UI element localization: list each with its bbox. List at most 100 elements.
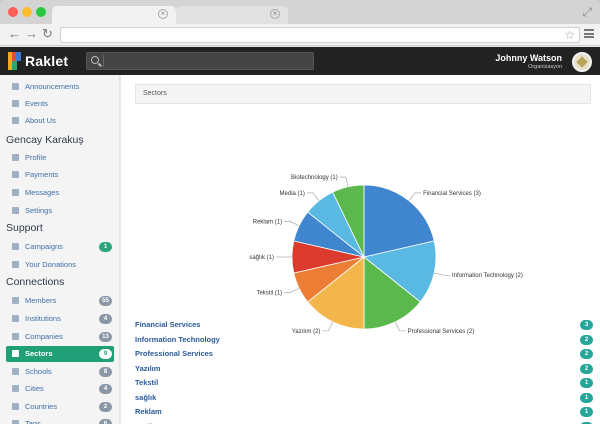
globe-icon bbox=[12, 403, 19, 410]
section-heading-connections: Connections bbox=[6, 276, 65, 288]
user-icon bbox=[12, 154, 19, 161]
sector-list-item[interactable]: Reklam 1 bbox=[135, 405, 593, 419]
sidebar-item-tags[interactable]: Tags 6 bbox=[6, 416, 114, 424]
browser-toolbar: ← → ↻ ☆ bbox=[0, 24, 600, 46]
sector-list-item[interactable]: Media1 bbox=[135, 420, 593, 424]
count-badge: 1 bbox=[580, 378, 593, 388]
sidebar-item-settings[interactable]: Settings bbox=[6, 203, 114, 219]
envelope-icon bbox=[12, 189, 19, 196]
user-name[interactable]: Johnny Watson bbox=[495, 53, 562, 63]
count-badge: 2 bbox=[580, 349, 593, 359]
briefcase-icon bbox=[12, 333, 19, 340]
browser-menu-icon[interactable] bbox=[584, 29, 594, 38]
sector-name[interactable]: Information Technology bbox=[135, 335, 220, 344]
sector-list-item[interactable]: Information Technology 2 bbox=[135, 333, 593, 347]
calendar-icon bbox=[12, 100, 19, 107]
users-icon bbox=[12, 297, 19, 304]
raklet-logo-icon[interactable] bbox=[8, 52, 21, 70]
back-icon[interactable]: ← bbox=[8, 27, 21, 41]
user-role: Organizasyon bbox=[528, 64, 562, 70]
megaphone-icon bbox=[12, 83, 19, 90]
fullscreen-icon[interactable]: ⤢ bbox=[582, 5, 592, 20]
browser-window: × × ⤢ ← → ↻ ☆ Raklet Johnny Watson Organ… bbox=[0, 0, 600, 424]
app-header: Raklet Johnny Watson Organizasyon bbox=[0, 47, 600, 75]
sidebar: Announcements Events About Us Gencay Kar… bbox=[0, 75, 120, 424]
count-badge: 4 bbox=[99, 384, 112, 394]
sector-name[interactable]: sağlık bbox=[135, 393, 156, 402]
credit-card-icon bbox=[12, 171, 19, 178]
sidebar-item-cities[interactable]: Cities 4 bbox=[6, 381, 114, 397]
avatar[interactable] bbox=[572, 52, 592, 72]
sidebar-item-companies[interactable]: Companies 13 bbox=[6, 329, 114, 345]
pie-slice-label: Financial Services (3) bbox=[423, 191, 481, 197]
count-badge: 55 bbox=[99, 296, 112, 306]
count-badge: 1 bbox=[580, 407, 593, 417]
search-input[interactable] bbox=[86, 52, 314, 70]
reload-icon[interactable]: ↻ bbox=[42, 27, 53, 41]
pie-leader-line bbox=[284, 287, 300, 293]
sector-name[interactable]: Professional Services bbox=[135, 349, 213, 358]
sector-name[interactable]: Tekstil bbox=[135, 378, 158, 387]
browser-tab-bar: × × ⤢ bbox=[0, 0, 600, 24]
sidebar-item-your-donations[interactable]: Your Donations bbox=[6, 257, 114, 273]
count-badge: 4 bbox=[99, 314, 112, 324]
sector-list-item[interactable]: Tekstil 1 bbox=[135, 376, 593, 390]
sector-name[interactable]: Financial Services bbox=[135, 320, 200, 329]
pie-slice-label: Media (1) bbox=[280, 191, 305, 197]
graduation-icon bbox=[12, 368, 19, 375]
sidebar-item-schools[interactable]: Schools 8 bbox=[6, 364, 114, 380]
sidebar-item-countries[interactable]: Countries 2 bbox=[6, 399, 114, 415]
zoom-window-button[interactable] bbox=[36, 7, 46, 17]
gear-icon bbox=[12, 207, 19, 214]
close-tab-icon[interactable]: × bbox=[158, 9, 168, 19]
pie-leader-line bbox=[284, 221, 300, 227]
close-window-button[interactable] bbox=[8, 7, 18, 17]
sector-list-item[interactable]: Yazılım 2 bbox=[135, 362, 593, 376]
sidebar-item-profile[interactable]: Profile bbox=[6, 150, 114, 166]
pie-leader-line bbox=[339, 176, 349, 187]
forward-icon[interactable]: → bbox=[25, 27, 38, 41]
sidebar-item-announcements[interactable]: Announcements bbox=[6, 79, 114, 95]
browser-tab[interactable]: × bbox=[52, 6, 176, 24]
sector-list-item[interactable]: Financial Services 3 bbox=[135, 318, 593, 332]
sidebar-item-payments[interactable]: Payments bbox=[6, 167, 114, 183]
count-badge: 2 bbox=[580, 363, 593, 374]
sidebar-item-members[interactable]: Members 55 bbox=[6, 293, 114, 309]
sector-name[interactable]: Yazılım bbox=[135, 364, 160, 373]
sector-list-item[interactable]: Professional Services 2 bbox=[135, 347, 593, 361]
pie-slice-label: Biotechnology (1) bbox=[291, 175, 338, 181]
sidebar-item-institutions[interactable]: Institutions 4 bbox=[6, 311, 114, 327]
brand-name[interactable]: Raklet bbox=[25, 53, 68, 69]
address-bar[interactable]: ☆ bbox=[60, 27, 580, 43]
search-icon bbox=[91, 56, 99, 64]
count-badge: 2 bbox=[99, 402, 112, 412]
main-content: Sectors Financial Services (3) Informatio… bbox=[121, 75, 600, 424]
count-badge: 1 bbox=[580, 392, 593, 403]
pie-slice-label: sağlık (1) bbox=[249, 255, 274, 261]
count-badge: 3 bbox=[580, 320, 593, 330]
sidebar-item-campaigns[interactable]: Campaigns 1 bbox=[6, 239, 114, 255]
section-heading-profile: Gencay Karakuş bbox=[6, 134, 84, 146]
pin-icon bbox=[12, 385, 19, 392]
tag-icon bbox=[12, 350, 19, 357]
panel-title: Sectors bbox=[135, 84, 591, 104]
flag-icon bbox=[12, 243, 19, 250]
count-badge: 13 bbox=[99, 332, 112, 342]
minimize-window-button[interactable] bbox=[22, 7, 32, 17]
sector-list-item[interactable]: sağlık 1 bbox=[135, 391, 593, 405]
pie-slice-label: Tekstil (1) bbox=[256, 291, 282, 297]
sidebar-item-messages[interactable]: Messages bbox=[6, 185, 114, 201]
sector-pie-chart: Financial Services (3) Information Techno… bbox=[249, 175, 523, 335]
sidebar-item-about-us[interactable]: About Us bbox=[6, 113, 114, 129]
close-tab-icon[interactable]: × bbox=[270, 9, 280, 19]
info-icon bbox=[12, 117, 19, 124]
bookmark-star-icon[interactable]: ☆ bbox=[564, 28, 575, 42]
sector-name[interactable]: Reklam bbox=[135, 407, 162, 416]
sidebar-item-sectors[interactable]: Sectors 9 bbox=[6, 346, 114, 362]
tag-icon bbox=[12, 420, 19, 424]
pie-leader-line bbox=[306, 192, 320, 201]
browser-tab[interactable]: × bbox=[176, 6, 288, 24]
sidebar-item-events[interactable]: Events bbox=[6, 96, 114, 112]
pie-slice-label: Information Technology (2) bbox=[452, 273, 523, 279]
pie-leader-line bbox=[434, 272, 450, 276]
